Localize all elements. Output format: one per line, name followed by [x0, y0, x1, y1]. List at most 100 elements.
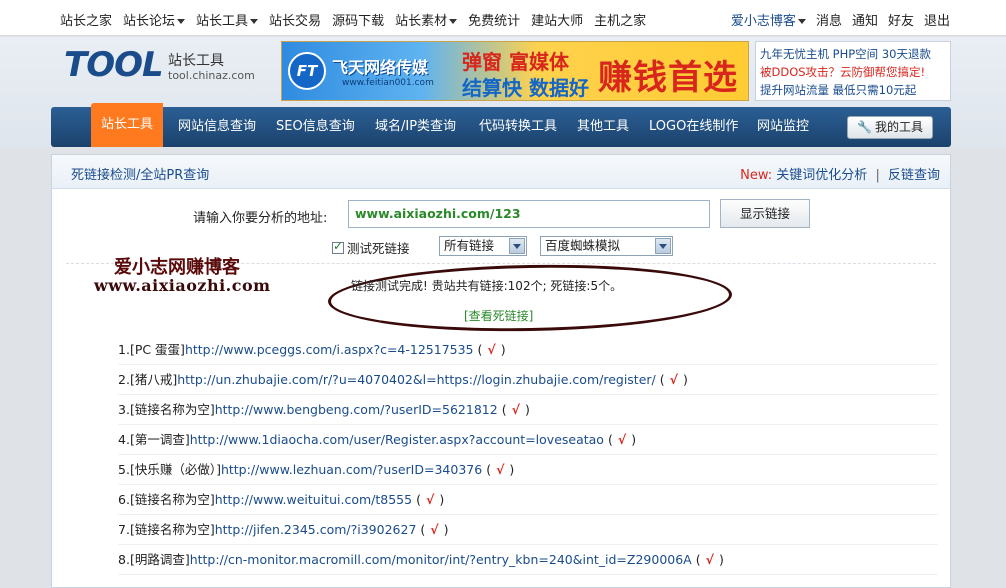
link-list: 1.[PC 蛋蛋]http://www.pceggs.com/i.aspx?c=… [118, 335, 938, 575]
crumb-separator: | [875, 168, 880, 183]
nav-item-site-info[interactable]: 网站信息查询 [178, 107, 256, 147]
status-wrapper: (√) [486, 462, 515, 477]
promo-link-3[interactable]: 提升网站流量 最低只需10元起 [760, 81, 946, 99]
list-item: 5.[快乐赚（必做）]http://www.lezhuan.com/?userI… [118, 455, 938, 485]
promo-link-1[interactable]: 九年无忧主机 PHP空间 30天退款 [760, 45, 946, 63]
promo-box: 九年无忧主机 PHP空间 30天退款 被DDOS攻击？云防御帮您搞定! 提升网站… [755, 41, 951, 101]
link-name: [明路调查] [129, 552, 190, 567]
link-type-select[interactable]: 所有链接 [439, 236, 527, 256]
top-nav-item[interactable]: 站长素材 [395, 10, 457, 29]
status-wrapper: (√) [416, 492, 445, 507]
new-badge: New: [740, 168, 773, 183]
top-nav-item[interactable]: 站长交易 [269, 10, 321, 29]
spider-select[interactable]: 百度蜘蛛模拟 [540, 236, 673, 256]
link-name: [链接名称为空] [129, 492, 215, 507]
backlink-query-link[interactable]: 反链查询 [888, 168, 940, 183]
link-number: 3. [118, 402, 130, 417]
status-wrapper: (√) [695, 552, 724, 567]
nav-item-webmaster-tools[interactable]: 站长工具 [91, 103, 164, 147]
content-panel: 死链接检测/全站PR查询 New: 关键词优化分析 | 反链查询 请输入你要分析… [51, 154, 951, 588]
link-url[interactable]: http://cn-monitor.macromill.com/monitor/… [190, 552, 692, 567]
list-item: 6.[链接名称为空]http://www.weituitui.com/t8555… [118, 485, 938, 515]
link-number: 8. [118, 552, 130, 567]
page-title[interactable]: 死链接检测/全站PR查询 [71, 164, 209, 183]
banner-brand: 飞天网络传媒 [332, 58, 429, 77]
my-tools-label: 我的工具 [874, 120, 923, 134]
list-item: 7.[链接名称为空]http://jifen.2345.com/?i390262… [118, 515, 938, 545]
top-nav-item[interactable]: 源码下载 [332, 10, 384, 29]
banner-site: www.feitian001.com [342, 78, 434, 88]
link-number: 7. [118, 522, 130, 537]
link-name: [链接名称为空] [129, 402, 215, 417]
link-url[interactable]: http://www.pceggs.com/i.aspx?c=4-1251753… [185, 342, 474, 357]
url-input[interactable]: www.aixiaozhi.com/123 [348, 200, 710, 228]
nav-item-code-convert[interactable]: 代码转换工具 [479, 107, 557, 147]
list-item: 2.[猪八戒]http://un.zhubajie.com/r/?u=40704… [118, 365, 938, 395]
list-item: 3.[链接名称为空]http://www.bengbeng.com/?userI… [118, 395, 938, 425]
link-type-value: 所有链接 [444, 238, 495, 253]
list-item: 8.[明路调查]http://cn-monitor.macromill.com/… [118, 545, 938, 575]
my-tools-button[interactable]: 🔧 我的工具 [847, 116, 933, 139]
show-links-button[interactable]: 显示链接 [720, 199, 810, 228]
status-check-icon: √ [669, 372, 678, 387]
view-dead-links-link[interactable]: [查看死链接] [464, 307, 533, 324]
top-nav-item[interactable]: 站长论坛 [123, 10, 185, 29]
banner-slogan: 赚钱首选 [598, 58, 738, 98]
status-wrapper: (√) [659, 372, 688, 387]
checkbox-icon [332, 239, 344, 254]
nav-item-domain-ip[interactable]: 域名/IP类查询 [375, 107, 456, 147]
link-url[interactable]: http://www.lezhuan.com/?userID=340376 [221, 462, 482, 477]
top-nav-item[interactable]: 免费统计 [468, 10, 520, 29]
nav-item-logo-maker[interactable]: LOGO在线制作 [649, 107, 738, 147]
link-name: [猪八戒] [129, 372, 178, 387]
messages-link[interactable]: 消息 [816, 10, 842, 29]
top-nav-item[interactable]: 建站大师 [531, 10, 583, 29]
list-item: 1.[PC 蛋蛋]http://www.pceggs.com/i.aspx?c=… [118, 335, 938, 365]
status-check-icon: √ [487, 342, 496, 357]
nav-item-seo-info[interactable]: SEO信息查询 [276, 107, 355, 147]
status-wrapper: (√) [501, 402, 530, 417]
top-nav-item[interactable]: 站长之家 [60, 10, 112, 29]
chevron-down-icon [509, 238, 525, 254]
top-nav-item[interactable]: 站长工具 [196, 10, 258, 29]
link-url[interactable]: http://un.zhubajie.com/r/?u=4070402&l=ht… [177, 372, 656, 387]
wrench-icon: 🔧 [857, 120, 872, 134]
promo-link-2[interactable]: 被DDOS攻击？云防御帮您搞定! [760, 63, 946, 81]
link-name: [链接名称为空] [129, 522, 215, 537]
checkbox-label: 测试死链接 [347, 241, 410, 256]
nav-item-site-monitor[interactable]: 网站监控 [757, 107, 809, 147]
friends-link[interactable]: 好友 [888, 10, 914, 29]
test-dead-links-checkbox[interactable]: 测试死链接 [332, 238, 410, 257]
status-check-icon: √ [617, 432, 627, 447]
top-nav-item[interactable]: 主机之家 [594, 10, 646, 29]
chevron-down-icon [655, 238, 671, 254]
link-number: 4. [118, 432, 130, 447]
link-url[interactable]: http://www.1diaocha.com/user/Register.as… [190, 432, 604, 447]
logo-wordmark: TOOL [64, 45, 164, 85]
breadcrumb: 死链接检测/全站PR查询 New: 关键词优化分析 | 反链查询 [52, 155, 950, 189]
link-number: 1. [118, 342, 130, 357]
status-wrapper: (√) [420, 522, 449, 537]
status-check-icon: √ [430, 522, 439, 537]
result-summary: 链接测试完成! 贵站共有链接:102个; 死链接:5个。 [351, 279, 623, 293]
status-wrapper: (√) [477, 342, 506, 357]
ad-banner[interactable]: FT 飞天网络传媒 www.feitian001.com 弹窗 富媒体 结算快 … [281, 41, 749, 101]
top-nav: 站长之家 站长论坛 站长工具 站长交易 源码下载 站长素材 免费统计 建站大师 主机之家 [60, 10, 657, 29]
notifications-link[interactable]: 通知 [852, 10, 878, 29]
status-check-icon: √ [496, 462, 505, 477]
keyword-analysis-link[interactable]: 关键词优化分析 [776, 168, 867, 183]
banner-line1: 弹窗 富媒体 [462, 50, 569, 74]
address-label: 请输入你要分析的地址: [193, 211, 328, 226]
list-item: 4.[第一调查]http://www.1diaocha.com/user/Reg… [118, 425, 938, 455]
link-url[interactable]: http://www.weituitui.com/t8555 [215, 492, 412, 507]
user-menu[interactable]: 爱小志博客 [731, 10, 806, 29]
link-number: 6. [118, 492, 130, 507]
banner-line2: 结算快 数据好 [462, 76, 589, 100]
site-logo[interactable]: TOOL 站长工具 tool.chinaz.com [64, 45, 255, 85]
link-url[interactable]: http://jifen.2345.com/?i3902627 [215, 522, 417, 537]
link-number: 2. [118, 372, 130, 387]
nav-item-other-tools[interactable]: 其他工具 [577, 107, 629, 147]
link-url[interactable]: http://www.bengbeng.com/?userID=5621812 [215, 402, 498, 417]
logout-link[interactable]: 退出 [924, 10, 950, 29]
logo-cn-text: 站长工具 [168, 53, 224, 69]
